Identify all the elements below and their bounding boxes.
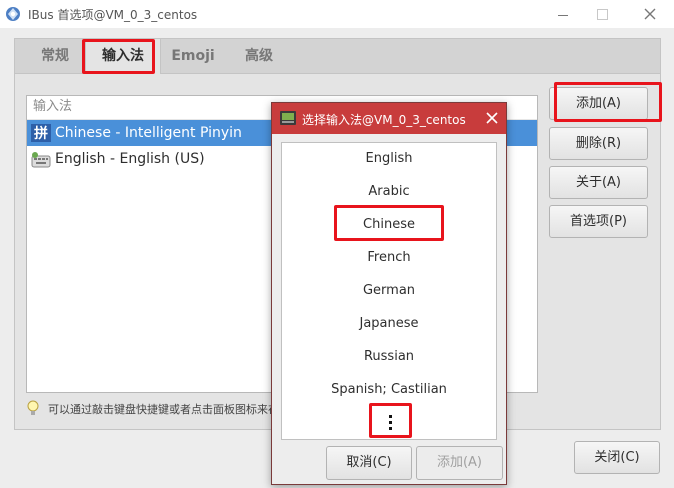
language-list[interactable]: English Arabic Chinese French German Jap… [281, 142, 497, 440]
list-item-label: English - English (US) [55, 151, 205, 167]
tab-advanced[interactable]: 高级 [237, 39, 281, 74]
dialog-cancel-button[interactable]: 取消(C) [326, 446, 412, 480]
select-input-method-dialog: 选择输入法@VM_0_3_centos English Arabic Chine… [271, 102, 507, 485]
keyboard-icon [31, 152, 51, 168]
dialog-title: 选择输入法@VM_0_3_centos [302, 113, 466, 127]
pinyin-icon: 拼 [31, 124, 51, 142]
tab-bar: 常规 输入法 Emoji 高级 [14, 38, 661, 75]
add-input-method-button[interactable]: 添加(A) [549, 87, 648, 120]
maximize-button[interactable] [592, 4, 612, 24]
close-window-button[interactable] [640, 4, 660, 24]
language-item-russian[interactable]: Russian [282, 346, 496, 368]
tab-general[interactable]: 常规 [35, 39, 75, 74]
tab-input-method[interactable]: 输入法 [85, 39, 161, 75]
lightbulb-icon [27, 400, 39, 415]
tab-emoji[interactable]: Emoji [165, 39, 221, 74]
language-item-german[interactable]: German [282, 280, 496, 302]
dialog-close-icon[interactable] [482, 108, 502, 128]
language-item-japanese[interactable]: Japanese [282, 313, 496, 335]
ibus-app-icon [6, 7, 20, 21]
remove-input-method-button[interactable]: 删除(R) [549, 127, 648, 160]
language-item-spanish[interactable]: Spanish; Castilian [282, 379, 496, 401]
window-title: IBus 首选项@VM_0_3_centos [28, 8, 198, 22]
language-item-arabic[interactable]: Arabic [282, 181, 496, 203]
dialog-app-icon [280, 111, 296, 125]
close-icon [644, 8, 656, 20]
dialog-add-button[interactable]: 添加(A) [416, 446, 503, 480]
dialog-titlebar: 选择输入法@VM_0_3_centos [272, 103, 506, 134]
language-item-french[interactable]: French [282, 247, 496, 269]
svg-text:拼: 拼 [34, 125, 48, 142]
close-button[interactable]: 关闭(C) [574, 441, 660, 474]
language-item-chinese[interactable]: Chinese [282, 214, 496, 236]
main-titlebar: IBus 首选项@VM_0_3_centos [0, 0, 674, 28]
hint-text: 可以通过敲击键盘快捷键或者点击面板图标来在选定的输入法中切换 [48, 403, 274, 416]
minimize-button[interactable] [553, 4, 573, 24]
list-item-label: Chinese - Intelligent Pinyin [55, 125, 242, 141]
preferences-button[interactable]: 首选项(P) [549, 205, 648, 238]
about-button[interactable]: 关于(A) [549, 166, 648, 199]
more-vertical-icon[interactable] [385, 413, 395, 433]
language-item-english[interactable]: English [282, 148, 496, 170]
